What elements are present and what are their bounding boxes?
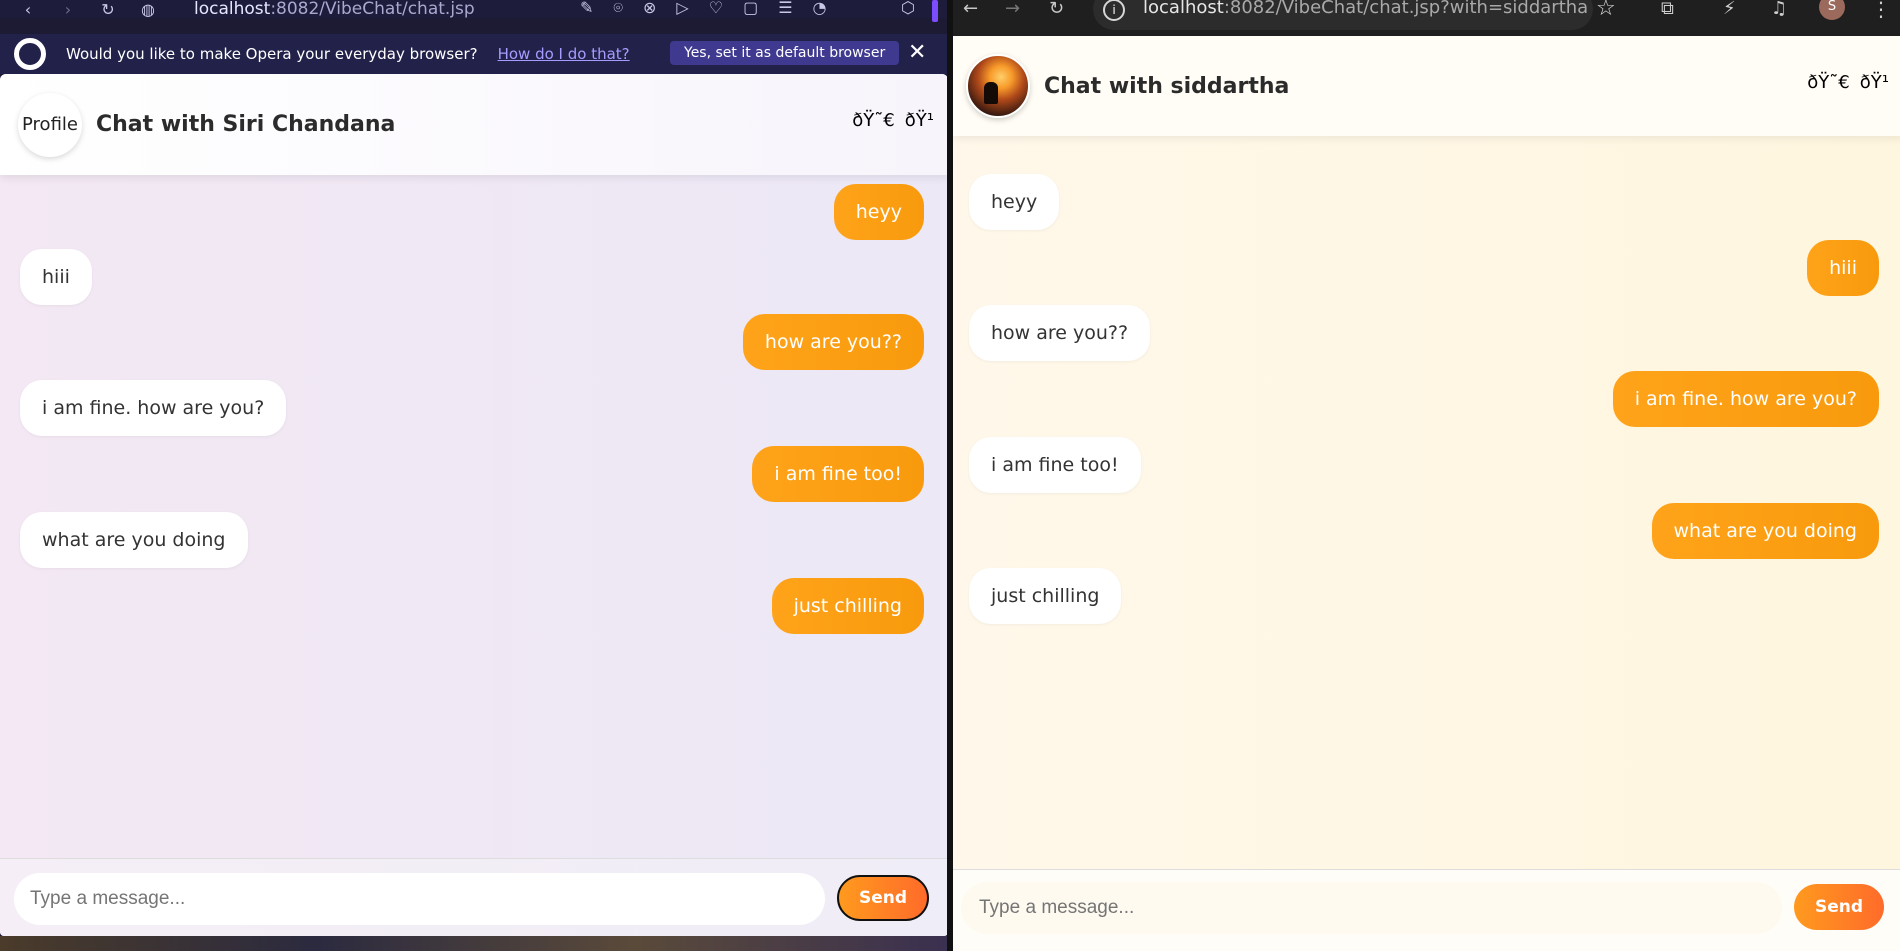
camera-icon[interactable]: ⌾ bbox=[613, 0, 623, 18]
settings-sliders-icon[interactable]: ☰ bbox=[778, 0, 792, 18]
avatar: Profile bbox=[18, 92, 82, 157]
close-icon[interactable]: ✕ bbox=[908, 40, 926, 65]
address-bar[interactable]: localhost:8082/VibeChat/chat.jsp?with=si… bbox=[1093, 0, 1593, 30]
sidebar-accent bbox=[932, 0, 938, 22]
chat-panel-left: Profile Chat with Siri Chandana ðŸ˜€ ðŸ¹… bbox=[0, 74, 948, 936]
message-bubble-sent: heyy bbox=[833, 184, 924, 240]
edit-icon[interactable]: ✎ bbox=[580, 0, 593, 18]
forward-icon[interactable]: → bbox=[1005, 0, 1020, 19]
emoji-button[interactable]: ðŸ˜€ bbox=[1807, 72, 1849, 93]
opera-window: ‹ › ↻ ◍ localhost:8082/VibeChat/chat.jsp… bbox=[0, 0, 950, 951]
desktop-background-strip bbox=[0, 936, 950, 951]
message-bubble-received: what are you doing bbox=[20, 512, 248, 568]
message-bubble-received: hiii bbox=[20, 249, 92, 305]
url-path: :8082/VibeChat/chat.jsp?with=siddartha bbox=[1223, 0, 1589, 18]
message-bubble-sent: i am fine too! bbox=[752, 446, 924, 502]
chrome-toolbar: ← → ↻ localhost:8082/VibeChat/chat.jsp?w… bbox=[953, 0, 1900, 36]
set-default-button[interactable]: Yes, set it as default browser bbox=[670, 41, 900, 65]
message-bubble-sent: i am fine. how are you? bbox=[1612, 371, 1879, 427]
opera-toolbar: ‹ › ↻ ◍ localhost:8082/VibeChat/chat.jsp… bbox=[0, 0, 950, 22]
reload-icon[interactable]: ↻ bbox=[1049, 0, 1064, 19]
emoji-button[interactable]: ðŸ¹ bbox=[1860, 72, 1889, 93]
send-button[interactable]: Send bbox=[837, 875, 929, 921]
avatar bbox=[966, 54, 1030, 118]
opera-logo-icon bbox=[14, 38, 46, 70]
header-emoji-group: ðŸ˜€ ðŸ¹ bbox=[1807, 72, 1889, 93]
avatar-alt-text: Profile bbox=[22, 114, 78, 135]
performance-icon[interactable]: ⚡ bbox=[1723, 0, 1736, 19]
url-path: :8082/VibeChat/chat.jsp bbox=[270, 0, 475, 19]
opera-tool-icons: ✎ ⌾ ⊗ ▷ ♡ ▢ ☰ ◔ bbox=[580, 0, 827, 18]
message-bubble-received: i am fine. how are you? bbox=[20, 380, 287, 436]
banner-help-link[interactable]: How do I do that? bbox=[498, 45, 630, 63]
reload-icon[interactable]: ↻ bbox=[88, 0, 128, 19]
emoji-button[interactable]: ðŸ¹ bbox=[905, 110, 934, 131]
chat-title: Chat with siddartha bbox=[1044, 73, 1290, 99]
message-bubble-sent: just chilling bbox=[771, 578, 924, 634]
profile-avatar[interactable]: S bbox=[1819, 0, 1845, 20]
chat-header: Chat with siddartha ðŸ˜€ ðŸ¹ bbox=[953, 36, 1900, 136]
url-host: localhost bbox=[1143, 0, 1224, 18]
message-input[interactable] bbox=[14, 873, 825, 925]
profile-icon[interactable]: ◔ bbox=[813, 0, 827, 18]
banner-text: Would you like to make Opera your everyd… bbox=[66, 45, 478, 63]
extensions-icon[interactable]: ⧉ bbox=[1661, 0, 1674, 19]
chat-header: Profile Chat with Siri Chandana ðŸ˜€ ðŸ¹ bbox=[0, 74, 948, 175]
send-button[interactable]: Send bbox=[1794, 884, 1884, 930]
kebab-menu-icon[interactable]: ⋮ bbox=[1871, 0, 1891, 21]
extensions-cube-icon[interactable]: ⬡ bbox=[888, 0, 928, 20]
chat-title: Chat with Siri Chandana bbox=[96, 112, 396, 137]
default-browser-banner: Would you like to make Opera your everyd… bbox=[0, 34, 950, 74]
message-bubble-received: just chilling bbox=[969, 568, 1122, 624]
message-input[interactable] bbox=[961, 882, 1782, 934]
globe-icon: ◍ bbox=[141, 0, 155, 19]
url-host: localhost bbox=[194, 0, 271, 19]
message-bubble-sent: hiii bbox=[1807, 240, 1879, 296]
adblock-icon[interactable]: ⊗ bbox=[643, 0, 656, 18]
back-icon[interactable]: ‹ bbox=[8, 0, 48, 19]
header-emoji-group: ðŸ˜€ ðŸ¹ bbox=[852, 110, 934, 131]
send-arrow-icon[interactable]: ▷ bbox=[676, 0, 688, 18]
message-bubble-received: heyy bbox=[969, 174, 1060, 230]
site-info-icon[interactable]: i bbox=[1103, 0, 1125, 21]
message-input-bar: Send bbox=[953, 869, 1900, 951]
media-control-icon[interactable]: ♫ bbox=[1771, 0, 1787, 19]
window-divider bbox=[947, 0, 953, 951]
forward-icon[interactable]: › bbox=[48, 0, 88, 19]
chrome-window: ← → ↻ localhost:8082/VibeChat/chat.jsp?w… bbox=[950, 0, 1900, 951]
message-bubble-sent: how are you?? bbox=[742, 314, 924, 370]
box-icon[interactable]: ▢ bbox=[743, 0, 758, 18]
message-bubble-received: i am fine too! bbox=[969, 437, 1141, 493]
message-bubble-sent: what are you doing bbox=[1651, 503, 1879, 559]
bookmark-star-icon[interactable]: ☆ bbox=[1596, 0, 1616, 21]
message-bubble-received: how are you?? bbox=[969, 305, 1151, 361]
message-input-bar: Send bbox=[0, 858, 948, 936]
address-bar[interactable]: localhost:8082/VibeChat/chat.jsp bbox=[194, 0, 475, 19]
emoji-button[interactable]: ðŸ˜€ bbox=[852, 110, 894, 131]
chat-panel-right: Chat with siddartha ðŸ˜€ ðŸ¹ heyy hiii h… bbox=[953, 36, 1900, 951]
back-icon[interactable]: ← bbox=[963, 0, 978, 19]
heart-icon[interactable]: ♡ bbox=[709, 0, 723, 18]
